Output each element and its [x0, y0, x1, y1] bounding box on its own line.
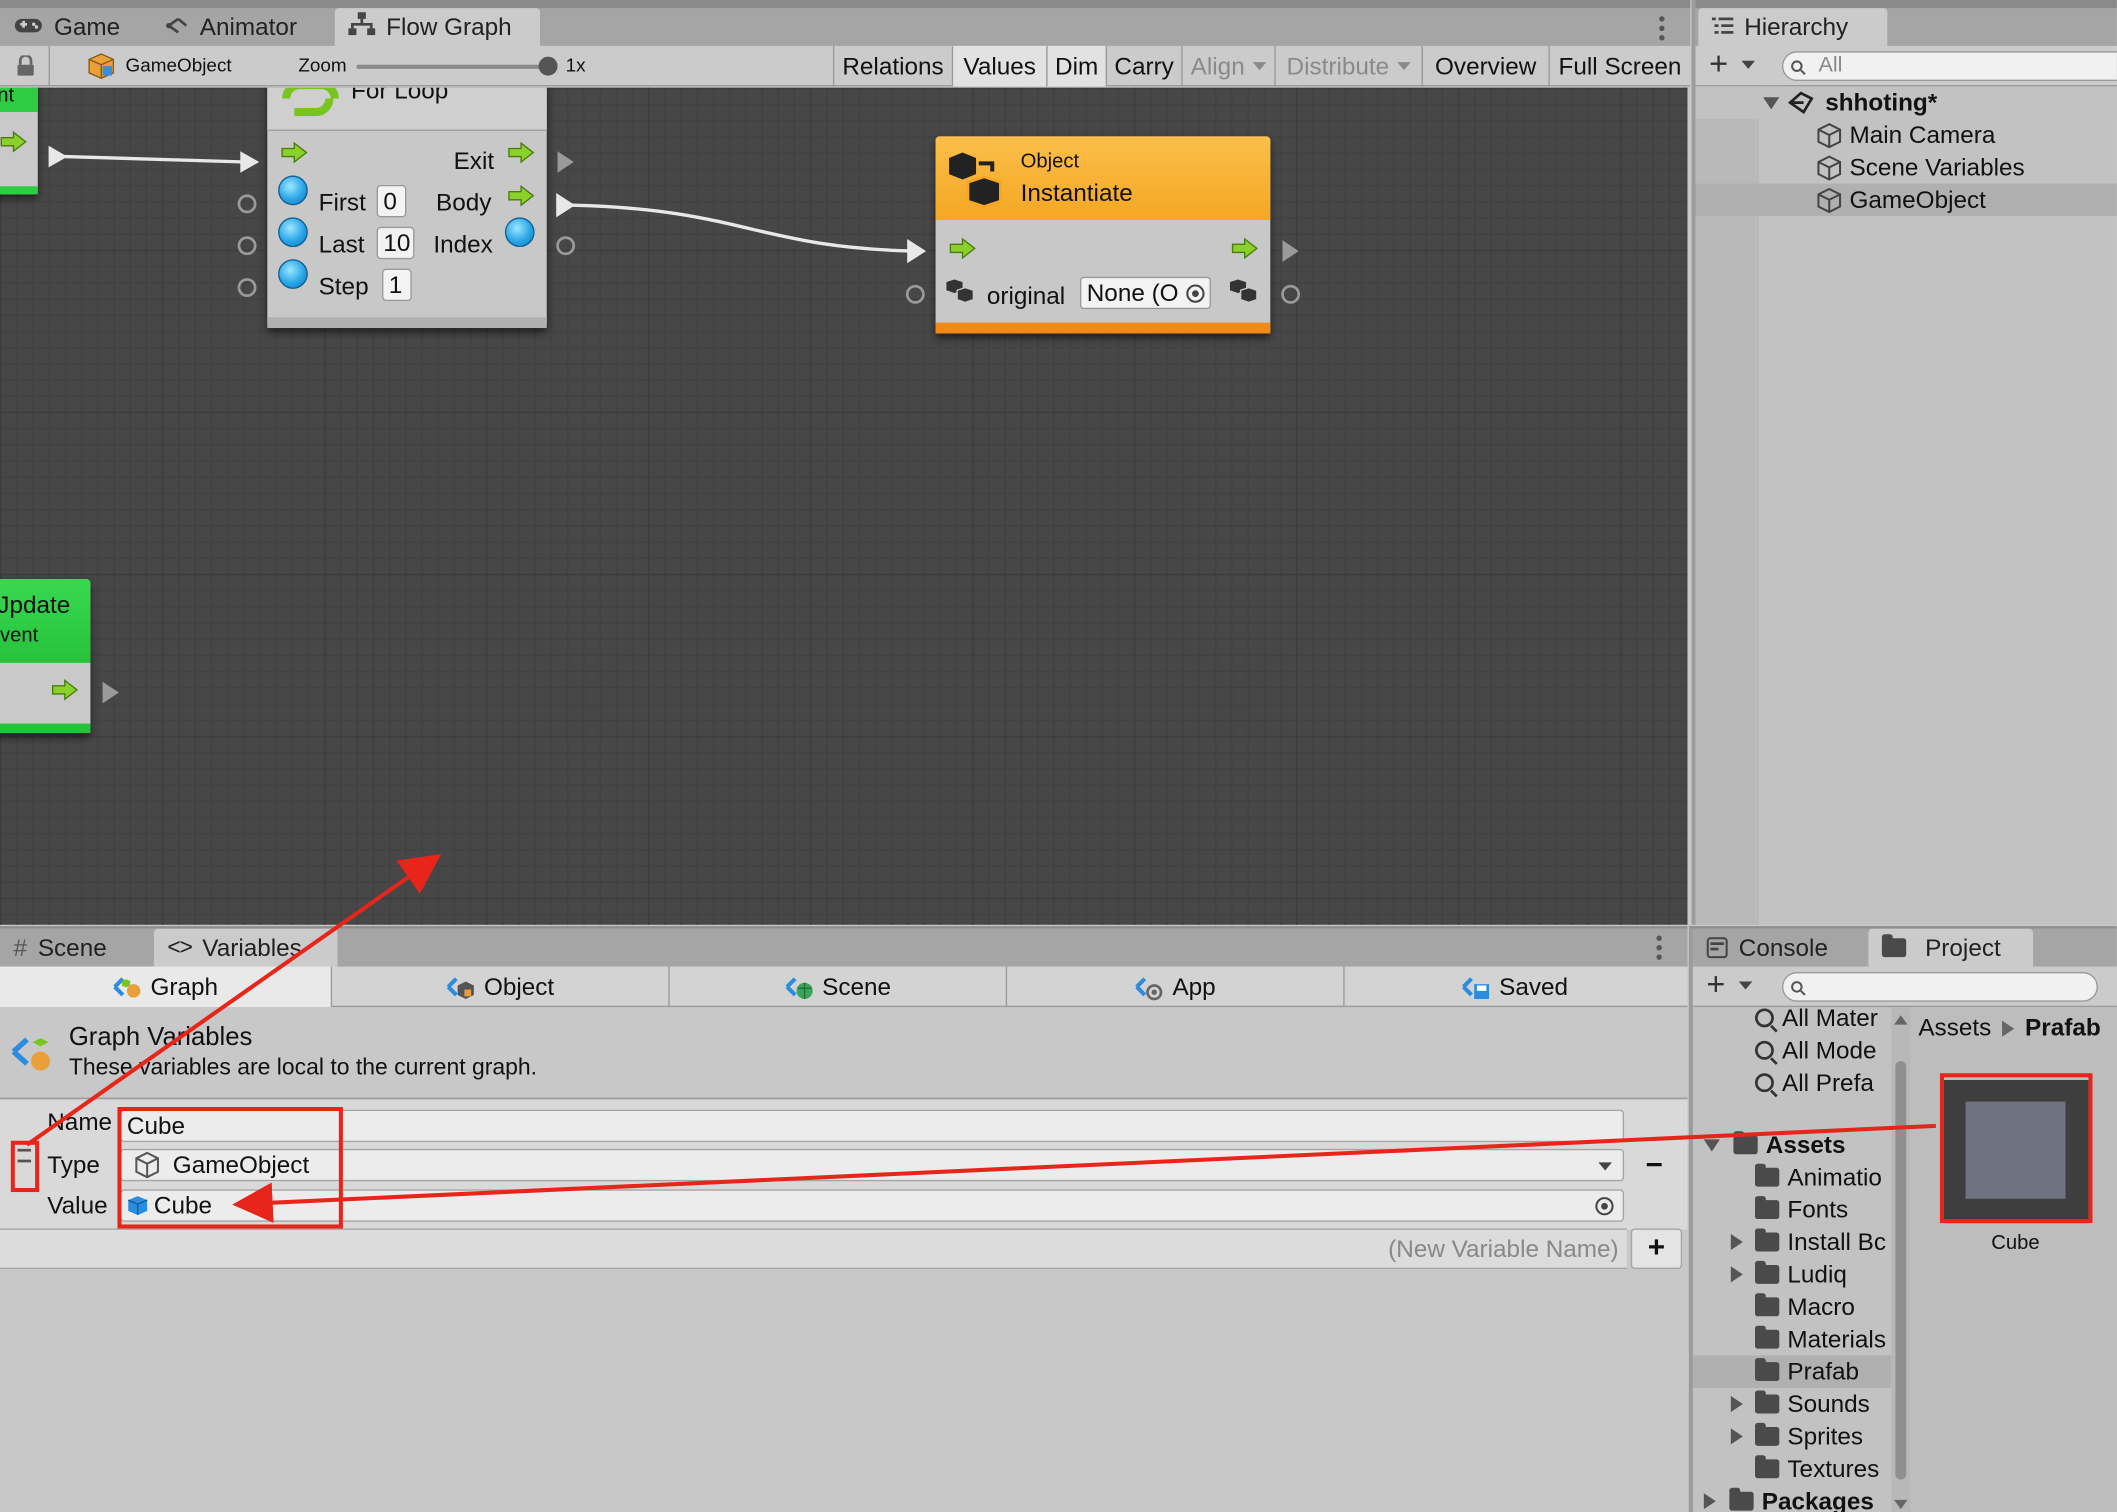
annotation-arrow-asset: [232, 1123, 1936, 1223]
annotation-arrow-drag: [25, 853, 442, 1147]
annotation-arrows: [25, 853, 1936, 1223]
